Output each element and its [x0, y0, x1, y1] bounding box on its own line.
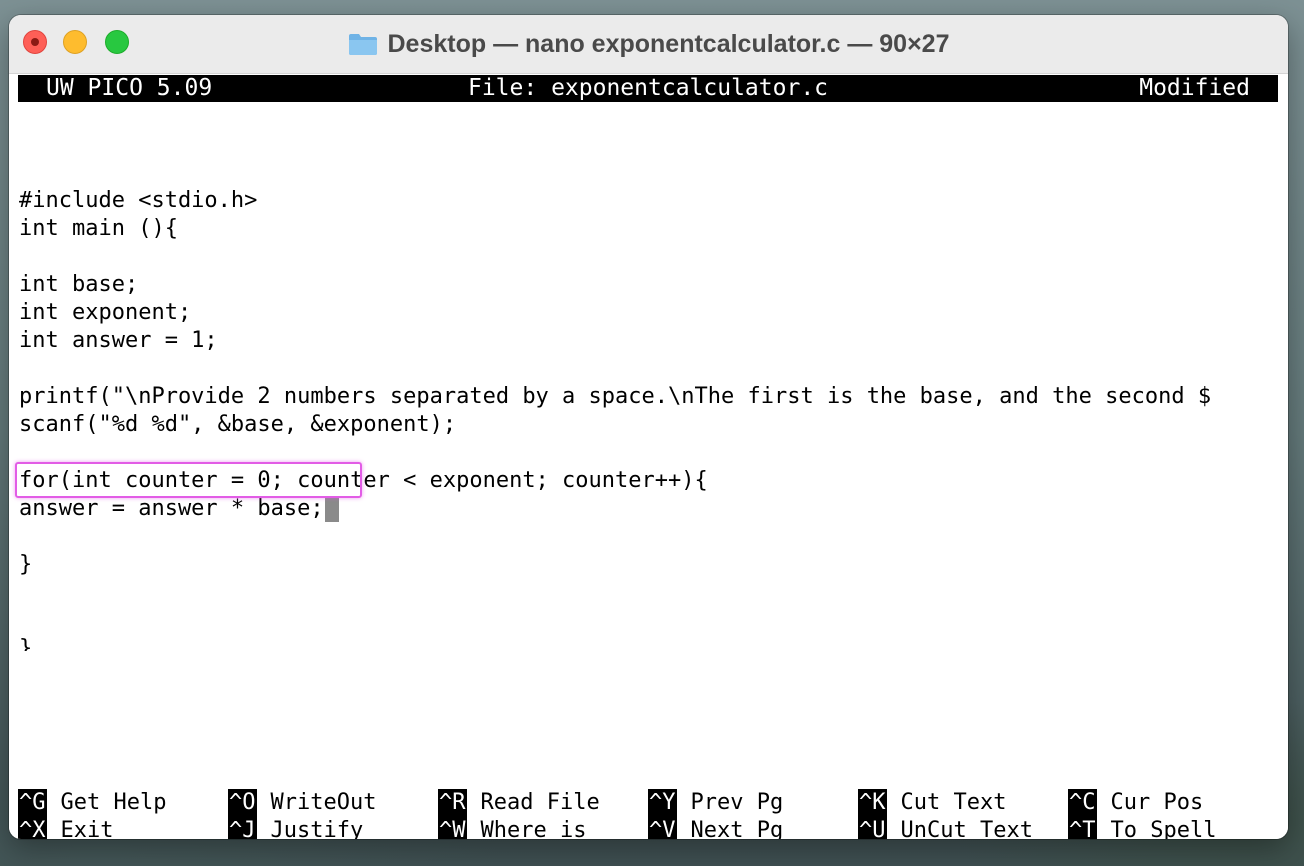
shortcut-bar: ^G Get Help ^O WriteOut ^R Read File ^Y Prev Pg…: [18, 789, 1280, 839]
shortcut-key: ^W: [438, 817, 467, 839]
code-line[interactable]: int answer = 1;: [19, 327, 1281, 355]
shortcut-label: WriteOut: [270, 790, 377, 815]
shortcut-item[interactable]: ^T To Spell: [1068, 817, 1216, 839]
shortcut-item[interactable]: ^W Where is: [438, 817, 586, 839]
shortcut-label: Cur Pos: [1110, 790, 1204, 815]
code-line[interactable]: int base;: [19, 271, 1281, 299]
shortcut-key: ^X: [18, 817, 47, 839]
current-line-highlight: [15, 462, 362, 498]
code-line[interactable]: int main (){: [19, 215, 1281, 243]
code-line[interactable]: printf("\nProvide 2 numbers separated by…: [19, 383, 1281, 411]
shortcut-item[interactable]: ^V Next Pg: [648, 817, 783, 839]
code-line-text: }: [19, 552, 33, 577]
code-line[interactable]: answer = answer * base;: [19, 495, 1281, 523]
code-line-text: int answer = 1;: [19, 328, 218, 353]
code-line[interactable]: scanf("%d %d", &base, &exponent);: [19, 411, 1281, 439]
shortcut-key: ^V: [648, 817, 677, 839]
shortcut-item[interactable]: ^Y Prev Pg: [648, 789, 783, 817]
code-line-text: answer = answer * base;: [19, 496, 324, 521]
code-line[interactable]: }: [19, 635, 1281, 651]
shortcut-label: To Spell: [1110, 818, 1217, 839]
shortcut-key: ^U: [858, 817, 887, 839]
shortcut-label: Justify: [270, 818, 364, 839]
shortcut-key: ^G: [18, 789, 47, 817]
shortcut-label: Get Help: [60, 790, 167, 815]
code-line[interactable]: [19, 607, 1281, 635]
shortcut-key: ^T: [1068, 817, 1097, 839]
window-title: Desktop — nano exponentcalculator.c — 90…: [387, 29, 950, 58]
code-line-text: #include <stdio.h>: [19, 188, 258, 213]
shortcut-item[interactable]: ^K Cut Text: [858, 789, 1006, 817]
editor-text-area[interactable]: #include <stdio.h> int main (){ int base; i…: [19, 131, 1281, 651]
code-line[interactable]: [19, 243, 1281, 271]
code-line-text: int exponent;: [19, 300, 192, 325]
modified-status: Modified: [1139, 75, 1250, 101]
shortcut-label: Next Pg: [690, 818, 784, 839]
code-line-text: scanf("%d %d", &base, &exponent);: [19, 412, 457, 437]
shortcut-item[interactable]: ^X Exit: [18, 817, 113, 839]
terminal-window: Desktop — nano exponentcalculator.c — 90…: [9, 15, 1288, 839]
title-bar[interactable]: Desktop — nano exponentcalculator.c — 90…: [9, 15, 1288, 74]
shortcut-item[interactable]: ^R Read File: [438, 789, 600, 817]
code-line-text: }: [19, 636, 33, 651]
pico-header-bar: UW PICO 5.09 File: exponentcalculator.c …: [18, 75, 1278, 102]
shortcut-label: UnCut Text: [900, 818, 1033, 839]
shortcut-label: Read File: [480, 790, 600, 815]
shortcut-key: ^Y: [648, 789, 677, 817]
terminal-content[interactable]: UW PICO 5.09 File: exponentcalculator.c …: [9, 74, 1288, 839]
shortcut-item[interactable]: ^G Get Help: [18, 789, 166, 817]
shortcut-item[interactable]: ^U UnCut Text: [858, 817, 1033, 839]
folder-icon: [348, 32, 378, 56]
code-line[interactable]: int exponent;: [19, 299, 1281, 327]
file-name: File: exponentcalculator.c: [467, 75, 829, 101]
shortcut-key: ^R: [438, 789, 467, 817]
shortcut-label: Prev Pg: [690, 790, 784, 815]
shortcut-label: Exit: [60, 818, 114, 839]
code-line[interactable]: [19, 523, 1281, 551]
shortcut-item[interactable]: ^C Cur Pos: [1068, 789, 1203, 817]
code-line[interactable]: [19, 131, 1281, 159]
code-line[interactable]: [19, 159, 1281, 187]
code-line-text: int base;: [19, 272, 139, 297]
title-group: Desktop — nano exponentcalculator.c — 90…: [9, 15, 1288, 73]
shortcut-item[interactable]: ^O WriteOut: [228, 789, 376, 817]
code-line[interactable]: }: [19, 551, 1281, 579]
code-line-text: printf("\nProvide 2 numbers separated by…: [19, 384, 1212, 409]
shortcut-label: Cut Text: [900, 790, 1007, 815]
code-line-text: int main (){: [19, 216, 178, 241]
shortcut-key: ^K: [858, 789, 887, 817]
shortcut-item[interactable]: ^J Justify: [228, 817, 363, 839]
code-line[interactable]: #include <stdio.h>: [19, 187, 1281, 215]
shortcut-key: ^C: [1068, 789, 1097, 817]
shortcut-key: ^O: [228, 789, 257, 817]
shortcut-label: Where is: [480, 818, 587, 839]
text-cursor: [324, 496, 339, 522]
shortcut-key: ^J: [228, 817, 257, 839]
code-line[interactable]: [19, 579, 1281, 607]
code-line[interactable]: [19, 355, 1281, 383]
